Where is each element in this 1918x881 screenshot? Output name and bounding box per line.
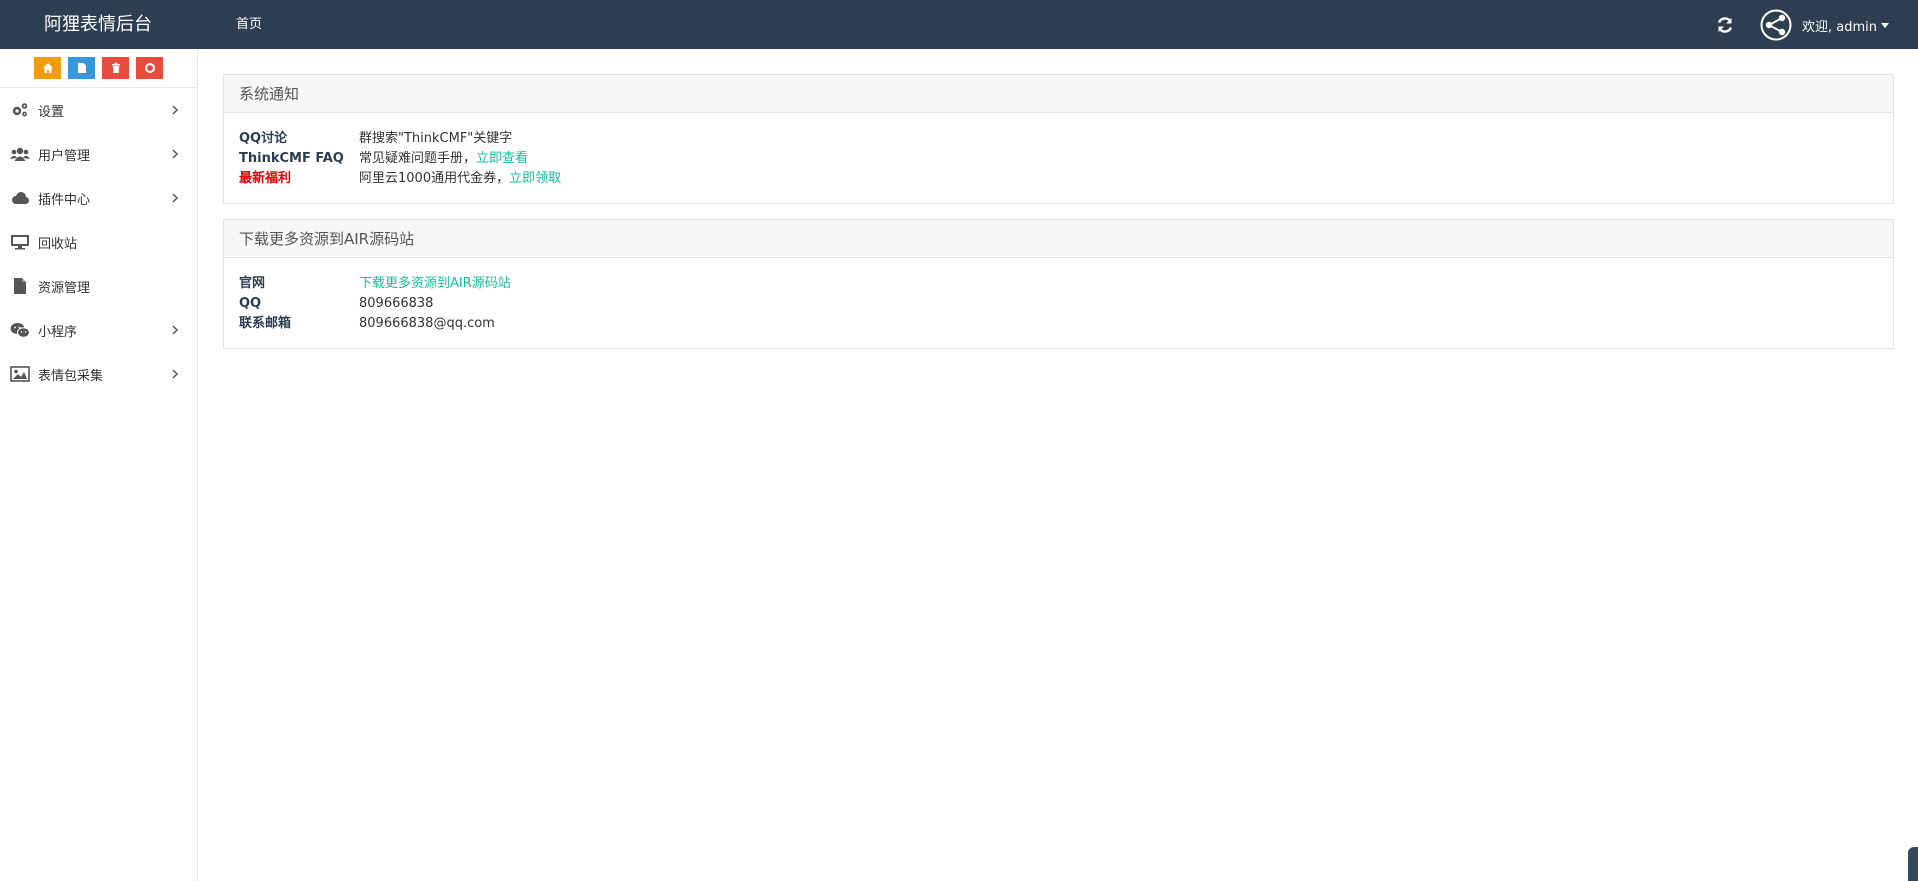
shortcut-toolbar [0,49,197,88]
row-key: 联系邮箱 [239,316,292,331]
notice-row: ThinkCMF FAQ 常见疑难问题手册，立即查看 [239,149,1878,169]
home-shortcut-button[interactable] [34,57,61,79]
file-icon [10,277,30,295]
trash-shortcut-button[interactable] [102,57,129,79]
monitor-icon [10,233,30,251]
panel-title: 系统通知 [224,75,1893,113]
system-notice-panel: 系统通知 QQ讨论 群搜索"ThinkCMF"关键字 ThinkCMF FAQ … [223,74,1894,204]
sidebar-item-miniprogram[interactable]: 小程序 [0,308,197,352]
corner-scroll-handle[interactable] [1908,847,1918,881]
row-value: 809666838@qq.com [359,316,495,331]
nav-home-link[interactable]: 首页 [236,0,262,49]
sidebar-item-label: 用户管理 [38,148,91,164]
row-value: 809666838 [359,296,434,311]
recycle-shortcut-button[interactable] [136,57,163,79]
chevron-right-icon [172,325,179,335]
resource-row: 官网 下载更多资源到AIR源码站 [239,274,1878,294]
sidebar-item-label: 表情包采集 [38,368,104,384]
row-value: 群搜索"ThinkCMF"关键字 [359,131,513,146]
document-shortcut-button[interactable] [68,57,95,79]
sidebar: 设置 用户管理 插件中心 回收站 资源管理 小程序 表情包采集 [0,49,198,881]
user-menu[interactable]: 欢迎, admin [1760,9,1889,41]
claim-now-link[interactable]: 立即领取 [509,171,561,186]
resource-row: 联系邮箱 809666838@qq.com [239,314,1878,334]
official-site-link[interactable]: 下载更多资源到AIR源码站 [359,276,511,291]
sidebar-item-emoji-collect[interactable]: 表情包采集 [0,352,197,396]
home-icon [42,63,53,73]
row-key: QQ讨论 [239,131,288,146]
sidebar-item-label: 回收站 [38,236,78,252]
chevron-right-icon [172,193,179,203]
top-navbar: 阿狸表情后台 首页 欢迎, admin [0,0,1918,49]
resource-row: QQ 809666838 [239,294,1878,314]
wechat-icon [10,321,30,339]
sidebar-item-label: 设置 [38,104,65,120]
row-key: ThinkCMF FAQ [239,151,344,166]
recycle-icon [144,62,155,73]
trash-icon [111,62,120,73]
sidebar-item-users[interactable]: 用户管理 [0,132,197,176]
sidebar-item-label: 资源管理 [38,280,91,296]
sidebar-item-plugins[interactable]: 插件中心 [0,176,197,220]
refresh-icon[interactable] [1714,14,1736,36]
chevron-right-icon [172,369,179,379]
chevron-right-icon [172,105,179,115]
resources-panel: 下载更多资源到AIR源码站 官网 下载更多资源到AIR源码站 QQ 809666… [223,219,1894,349]
panel-title: 下载更多资源到AIR源码站 [224,220,1893,258]
row-value: 阿里云1000通用代金券， [359,171,510,186]
welcome-text: 欢迎, admin [1802,19,1877,35]
gears-icon [10,101,30,119]
avatar-share-icon [1760,9,1792,41]
row-key-highlight: 最新福利 [239,171,292,186]
main-content: 系统通知 QQ讨论 群搜索"ThinkCMF"关键字 ThinkCMF FAQ … [199,49,1918,881]
document-icon [77,63,86,73]
row-key: QQ [239,296,262,311]
image-icon [10,365,30,383]
notice-row: QQ讨论 群搜索"ThinkCMF"关键字 [239,129,1878,149]
caret-down-icon [1881,22,1889,28]
brand-title[interactable]: 阿狸表情后台 [44,0,152,49]
users-icon [10,145,30,163]
sidebar-item-settings[interactable]: 设置 [0,88,197,132]
sidebar-item-resources[interactable]: 资源管理 [0,264,197,308]
row-key: 官网 [239,276,266,291]
sidebar-item-label: 插件中心 [38,192,91,208]
notice-row: 最新福利 阿里云1000通用代金券，立即领取 [239,169,1878,189]
row-value: 常见疑难问题手册， [359,151,477,166]
chevron-right-icon [172,149,179,159]
sidebar-item-label: 小程序 [38,324,78,340]
cloud-icon [10,189,30,207]
sidebar-item-recycle-bin[interactable]: 回收站 [0,220,197,264]
view-now-link[interactable]: 立即查看 [476,151,528,166]
